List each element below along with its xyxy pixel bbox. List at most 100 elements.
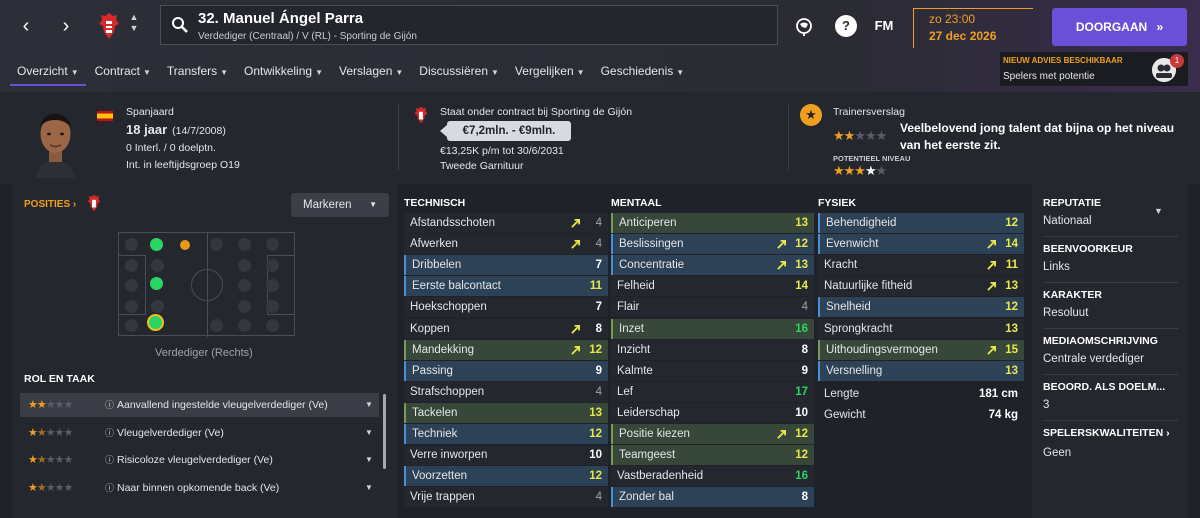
- position-dot[interactable]: [266, 300, 279, 313]
- role-row[interactable]: ★★★★★ ⓘ Naar binnen opkomende back (Ve) …: [20, 476, 379, 500]
- attribute-row[interactable]: Afstandsschoten 4: [404, 213, 608, 233]
- tab-label: Vergelijken: [514, 64, 574, 78]
- position-dot[interactable]: [238, 279, 251, 292]
- positions-link[interactable]: POSITIES ›: [24, 199, 76, 210]
- attribute-row[interactable]: Snelheid 12: [818, 297, 1024, 318]
- position-dot[interactable]: [180, 240, 190, 250]
- tab-vergelijken[interactable]: Vergelijken ▼: [508, 60, 592, 86]
- info-icon[interactable]: ⓘ: [105, 421, 114, 445]
- attribute-row[interactable]: Hoekschoppen 7: [404, 297, 608, 318]
- position-dot[interactable]: [125, 300, 138, 313]
- attribute-row[interactable]: Zonder bal 8: [611, 487, 814, 508]
- tab-verslagen[interactable]: Verslagen ▼: [332, 60, 410, 86]
- crest-switch-icon[interactable]: ▲ ▼: [128, 12, 140, 34]
- role-label: Vleugelverdediger (Ve): [117, 427, 224, 439]
- attribute-row[interactable]: Uithoudingsvermogen 15: [818, 339, 1024, 360]
- attribute-row[interactable]: Techniek 12: [404, 424, 608, 444]
- attribute-row[interactable]: Versnelling 13: [818, 360, 1024, 381]
- position-dot[interactable]: [266, 279, 279, 292]
- info-icon[interactable]: ⓘ: [105, 448, 114, 472]
- chevron-down-icon[interactable]: ▼: [1154, 206, 1163, 216]
- tab-discussieren[interactable]: Discussiëren ▼: [412, 60, 506, 86]
- position-dot[interactable]: [238, 300, 251, 313]
- position-dot[interactable]: [210, 319, 223, 332]
- attribute-row[interactable]: Afwerken 4: [404, 234, 608, 255]
- tab-geschiedenis[interactable]: Geschiedenis ▼: [594, 60, 692, 86]
- advice-notification[interactable]: NIEUW ADVIES BESCHIKBAAR Spelers met pot…: [1000, 52, 1188, 86]
- fm-menu-icon[interactable]: FM: [872, 15, 896, 37]
- attribute-row[interactable]: Passing 9: [404, 360, 608, 381]
- help-icon[interactable]: ?: [835, 15, 857, 37]
- position-dot[interactable]: [210, 238, 223, 251]
- attribute-row[interactable]: Flair 4: [611, 297, 814, 318]
- attribute-row[interactable]: Eerste balcontact 11: [404, 276, 608, 297]
- attribute-row[interactable]: Strafschoppen 4: [404, 381, 608, 402]
- traits-head[interactable]: SPELERSKWALITEITEN ›: [1043, 427, 1170, 439]
- club-crest-icon[interactable]: [98, 12, 120, 40]
- attribute-row[interactable]: Vastberadenheid 16: [611, 466, 814, 487]
- attribute-row[interactable]: Leiderschap 10: [611, 402, 814, 423]
- position-dot[interactable]: [151, 259, 164, 272]
- transfer-value[interactable]: €7,2mln. - €9mln.: [447, 121, 571, 141]
- position-dot[interactable]: [151, 300, 164, 313]
- position-dot[interactable]: [238, 238, 251, 251]
- position-dot[interactable]: [125, 279, 138, 292]
- attribute-row[interactable]: Inzicht 8: [611, 339, 814, 360]
- chevron-down-icon[interactable]: ▼: [365, 393, 373, 417]
- chevron-down-icon[interactable]: ▼: [365, 421, 373, 445]
- position-dot[interactable]: [238, 259, 251, 272]
- forward-arrow-icon[interactable]: ›: [54, 14, 78, 38]
- position-dot[interactable]: [238, 319, 251, 332]
- world-icon[interactable]: [793, 15, 815, 37]
- role-row[interactable]: ★★★★★ ⓘ Risicoloze vleugelverdediger (Ve…: [20, 448, 379, 472]
- position-dot[interactable]: [125, 259, 138, 272]
- attribute-row[interactable]: Anticiperen 13: [611, 213, 814, 233]
- attribute-row[interactable]: Sprongkracht 13: [818, 318, 1024, 339]
- attribute-row[interactable]: Verre inworpen 10: [404, 445, 608, 466]
- attribute-row[interactable]: Dribbelen 7: [404, 255, 608, 276]
- tab-overzicht[interactable]: Overzicht ▼: [10, 60, 86, 86]
- attribute-row[interactable]: Mandekking 12: [404, 339, 608, 360]
- attribute-row[interactable]: Koppen 8: [404, 318, 608, 339]
- tab-transfers[interactable]: Transfers ▼: [160, 60, 235, 86]
- attribute-row[interactable]: Voorzetten 12: [404, 466, 608, 487]
- attribute-row[interactable]: Vrije trappen 4: [404, 487, 608, 508]
- player-search-box[interactable]: 32. Manuel Ángel Parra Verdediger (Centr…: [160, 5, 778, 45]
- position-dot[interactable]: [150, 277, 163, 290]
- attribute-row[interactable]: Beslissingen 12: [611, 234, 814, 255]
- continue-button[interactable]: DOORGAAN »: [1052, 8, 1187, 46]
- chevron-down-icon[interactable]: ▼: [365, 448, 373, 472]
- role-row[interactable]: ★★★★★ ⓘ Aanvallend ingestelde vleugelver…: [20, 393, 379, 417]
- position-dot[interactable]: [266, 319, 279, 332]
- attribute-name: Sprongkracht: [824, 322, 893, 335]
- attribute-row[interactable]: Kracht 11: [818, 255, 1024, 276]
- back-arrow-icon[interactable]: ‹: [14, 14, 38, 38]
- attribute-row[interactable]: Lef 17: [611, 381, 814, 402]
- info-icon[interactable]: ⓘ: [105, 393, 114, 417]
- attribute-row[interactable]: Concentratie 13: [611, 255, 814, 276]
- attribute-row[interactable]: Positie kiezen 12: [611, 424, 814, 444]
- tab-contract[interactable]: Contract ▼: [88, 60, 158, 86]
- position-dot[interactable]: [125, 238, 138, 251]
- attribute-row[interactable]: Tackelen 13: [404, 402, 608, 423]
- attribute-row[interactable]: Felheid 14: [611, 276, 814, 297]
- attribute-row[interactable]: Evenwicht 14: [818, 234, 1024, 255]
- markeren-dropdown[interactable]: Markeren ▼: [291, 193, 389, 217]
- attribute-row[interactable]: Behendigheid 12: [818, 213, 1024, 233]
- attribute-row[interactable]: Kalmte 9: [611, 360, 814, 381]
- attribute-row[interactable]: Teamgeest 12: [611, 445, 814, 466]
- position-dot[interactable]: [266, 238, 279, 251]
- chevron-down-icon[interactable]: ▼: [365, 476, 373, 500]
- role-row[interactable]: ★★★★★ ⓘ Vleugelverdediger (Ve) ▼: [20, 421, 379, 445]
- roles-scrollbar[interactable]: [383, 394, 386, 469]
- position-dot[interactable]: [125, 319, 138, 332]
- game-date[interactable]: zo 23:00 27 dec 2026: [913, 8, 1033, 48]
- info-icon[interactable]: ⓘ: [105, 476, 114, 500]
- tab-ontwikkeling[interactable]: Ontwikkeling ▼: [237, 60, 330, 86]
- position-dot[interactable]: [150, 238, 163, 251]
- attribute-row[interactable]: Natuurlijke fitheid 13: [818, 276, 1024, 297]
- position-dot[interactable]: [266, 259, 279, 272]
- traits-value: Geen: [1043, 447, 1072, 459]
- attribute-row[interactable]: Inzet 16: [611, 318, 814, 339]
- position-dot-selected[interactable]: [147, 314, 164, 331]
